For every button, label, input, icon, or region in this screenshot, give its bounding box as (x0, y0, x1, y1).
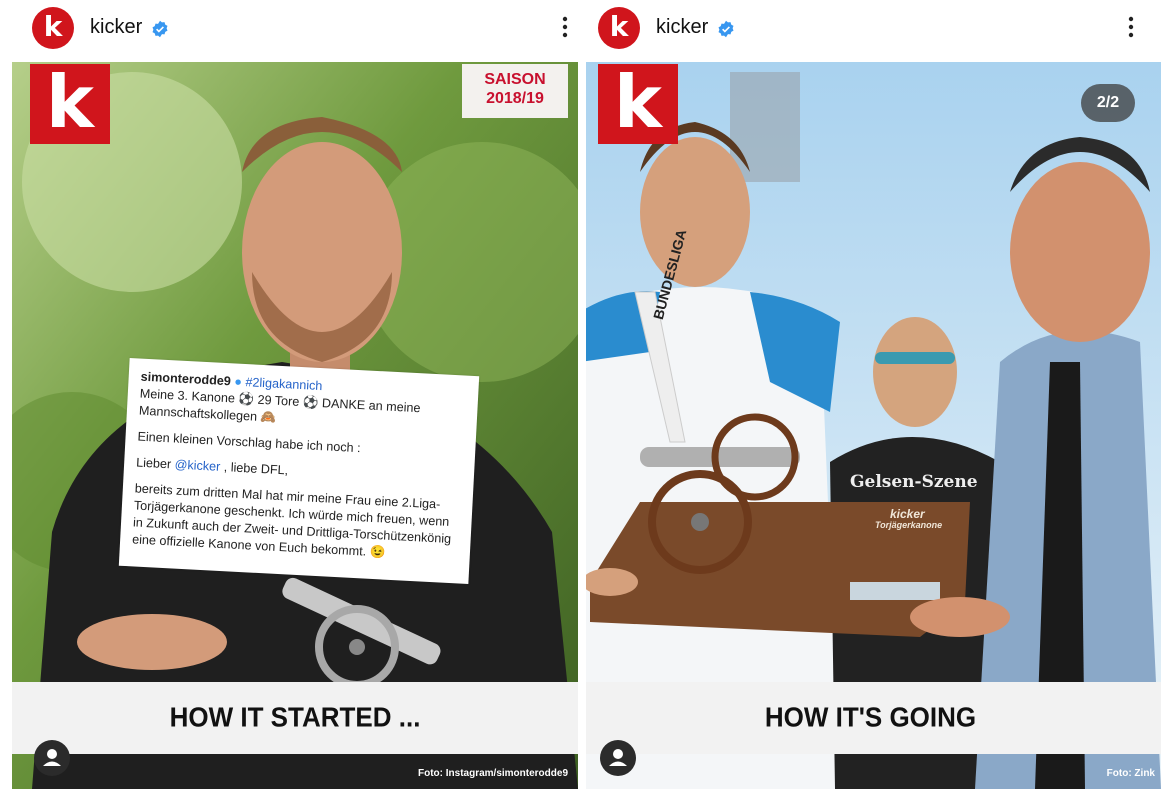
season-badge: SAISON 2018/19 (462, 64, 568, 118)
plaque-subtitle: Torjägerkanone (875, 520, 943, 530)
user-tag-icon[interactable] (600, 740, 636, 776)
verified-icon (718, 20, 734, 38)
quote-verified-icon: ● (234, 374, 243, 389)
more-options-icon[interactable] (560, 12, 570, 42)
quote-line3-suffix: , liebe DFL, (219, 459, 289, 478)
photo-scene: Gelsen-Szene (586, 62, 1161, 789)
kicker-logo: k (598, 64, 678, 144)
username[interactable]: kicker (656, 16, 708, 39)
post-right: k kicker Gelsen-Szene k 2/2 BUNDESLIGA k… (586, 0, 1173, 789)
plaque-title: kicker (890, 507, 925, 521)
quote-line4: bereits zum dritten Mal hat mir meine Fr… (131, 481, 452, 560)
season-badge-line1: SAISON (484, 71, 546, 88)
user-tag-icon[interactable] (34, 740, 70, 776)
season-badge-line2: 2018/19 (486, 90, 544, 107)
post-left: k kicker k SAISON 2018/19 simonterodde9 … (0, 0, 586, 789)
caption: HOW IT'S GOING (764, 701, 977, 733)
kicker-logo: k (30, 64, 110, 144)
post-header: k kicker (586, 0, 1173, 56)
profile-avatar[interactable]: k (598, 7, 640, 49)
username[interactable]: kicker (90, 16, 142, 39)
image-counter: 2/2 (1081, 84, 1135, 122)
verified-icon (152, 20, 168, 38)
photo-credit: Foto: Zink (1106, 768, 1155, 779)
more-options-icon[interactable] (1126, 12, 1136, 42)
profile-avatar[interactable]: k (32, 7, 74, 49)
post-image[interactable]: k SAISON 2018/19 simonterodde9 ● #2ligak… (12, 62, 578, 789)
photo-credit: Foto: Instagram/simonterodde9 (417, 768, 568, 779)
instagram-quote-card: simonterodde9 ● #2ligakannich Meine 3. K… (118, 357, 480, 585)
quote-line3-prefix: Lieber (135, 455, 176, 472)
quote-hashtag: #2ligakannich (245, 375, 323, 394)
shirt-text: Gelsen-Szene (850, 472, 978, 492)
post-header: k kicker (0, 0, 586, 56)
quote-mention: @kicker (174, 457, 221, 474)
post-image[interactable]: Gelsen-Szene k 2/2 BUNDESLIGA kicker Tor… (586, 62, 1161, 789)
caption: HOW IT STARTED ... (169, 701, 421, 733)
